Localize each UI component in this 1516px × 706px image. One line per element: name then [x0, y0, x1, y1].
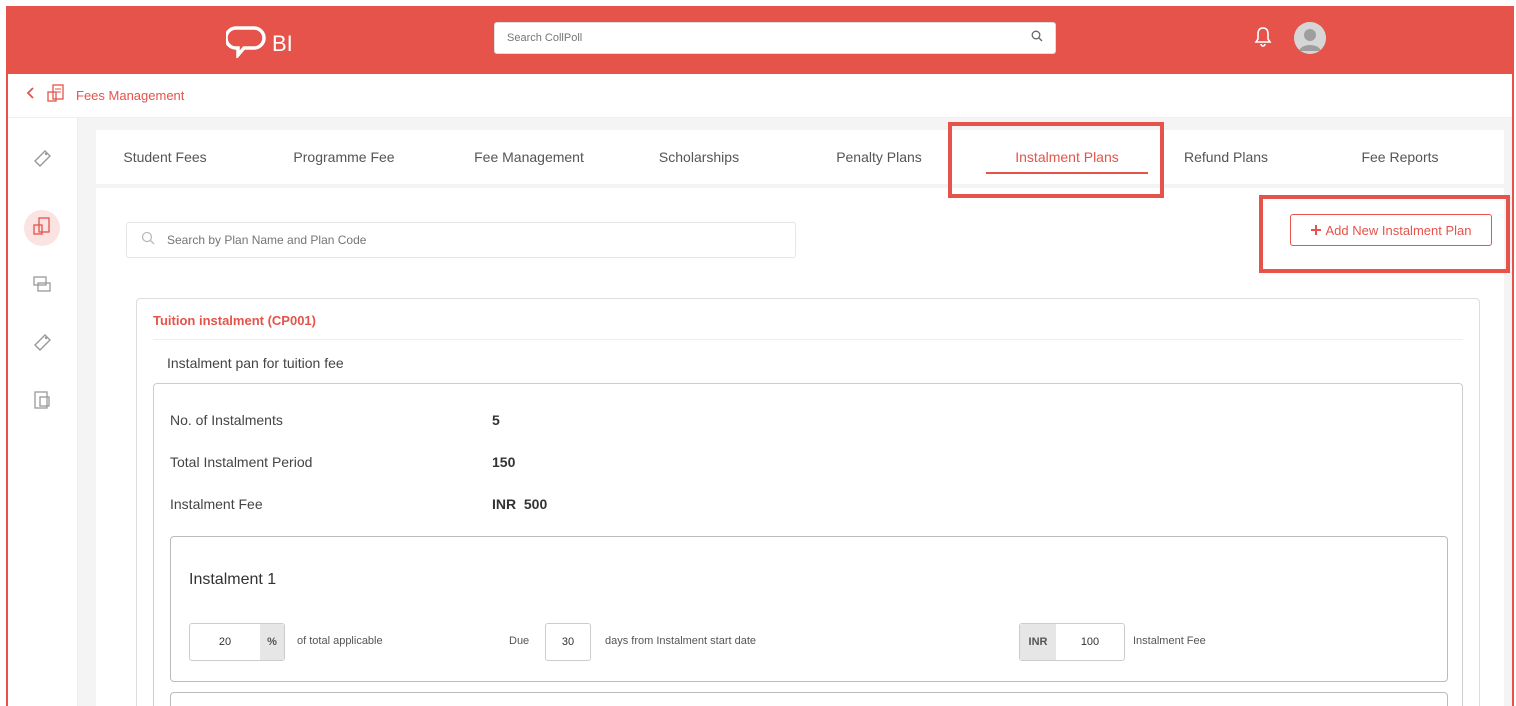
side-nav: [8, 118, 78, 706]
instalment-fee-field[interactable]: INR: [1019, 623, 1125, 661]
due-label: Due: [509, 635, 530, 647]
plan-search[interactable]: [126, 222, 796, 258]
plan-card: Tuition instalment (CP001) Instalment pa…: [136, 298, 1480, 706]
fees-icon: [31, 215, 53, 242]
breadcrumb-label[interactable]: Fees Management: [76, 88, 184, 103]
detail-row-fee: Instalment Fee INR 500: [170, 496, 547, 512]
detail-row-instalments: No. of Instalments 5: [170, 412, 500, 428]
detail-label: No. of Instalments: [170, 412, 283, 428]
transactions-icon: [31, 273, 53, 300]
search-icon[interactable]: [1031, 29, 1043, 47]
instalment-card: Instalment 1 % of total applicable Due: [170, 536, 1448, 682]
top-bar: BI: [8, 8, 1512, 74]
detail-label: Instalment Fee: [170, 496, 263, 512]
percent-input[interactable]: [190, 624, 260, 660]
instalment-title: Instalment 1: [189, 571, 277, 588]
detail-label: Total Instalment Period: [170, 454, 313, 470]
discount-tag-icon: [31, 331, 53, 358]
instalment-fee-input[interactable]: [1056, 624, 1124, 660]
plan-title[interactable]: Tuition instalment (CP001): [153, 313, 316, 328]
tab-programme-fee[interactable]: Programme Fee: [264, 130, 424, 184]
chat-bubble-logo-icon: [224, 24, 266, 63]
main-content: Student Fees Programme Fee Fee Managemen…: [78, 118, 1512, 706]
tag-icon: [31, 147, 53, 174]
due-text: days from Instalment start date: [605, 635, 757, 647]
sidebar-item-tags[interactable]: [24, 142, 60, 178]
sidebar-item-reports[interactable]: [24, 384, 60, 420]
highlight-box-tab: [948, 122, 1164, 198]
detail-row-period: Total Instalment Period 150: [170, 454, 515, 470]
fees-management-icon: [46, 83, 66, 108]
sidebar-item-transactions[interactable]: [24, 268, 60, 304]
app-logo[interactable]: BI: [224, 24, 293, 63]
avatar[interactable]: [1294, 22, 1326, 54]
logo-text: BI: [272, 30, 293, 56]
highlight-box-button: [1259, 195, 1510, 273]
tab-fee-reports[interactable]: Fee Reports: [1320, 130, 1480, 184]
due-days-input[interactable]: [546, 624, 590, 660]
bell-icon[interactable]: [1254, 26, 1272, 53]
instalment-fee-text: Instalment Fee: [1133, 635, 1206, 647]
tab-fee-management[interactable]: Fee Management: [444, 130, 614, 184]
tab-bar: Student Fees Programme Fee Fee Managemen…: [96, 130, 1504, 184]
back-chevron-icon[interactable]: [26, 86, 36, 105]
instalment-fields: % of total applicable Due days from Inst…: [189, 623, 1429, 661]
global-search-input[interactable]: [507, 32, 1031, 44]
search-icon: [141, 231, 155, 250]
report-icon: [31, 389, 53, 416]
percent-text: of total applicable: [297, 635, 383, 647]
plan-description: Instalment pan for tuition fee: [167, 355, 344, 371]
plan-details: No. of Instalments 5 Total Instalment Pe…: [153, 383, 1463, 706]
app-frame: BI Fees Management: [6, 6, 1514, 706]
tab-student-fees[interactable]: Student Fees: [96, 130, 234, 184]
tab-refund-plans[interactable]: Refund Plans: [1166, 130, 1286, 184]
detail-value: INR 500: [492, 496, 548, 512]
sidebar-item-discounts[interactable]: [24, 326, 60, 362]
detail-value: 5: [492, 412, 500, 428]
detail-value: 150: [492, 454, 516, 470]
divider: [153, 339, 1463, 340]
instalment-card: [170, 692, 1448, 706]
percent-addon: %: [260, 624, 284, 660]
percent-field[interactable]: %: [189, 623, 285, 661]
global-search[interactable]: [494, 22, 1056, 54]
plan-search-input[interactable]: [167, 233, 795, 247]
breadcrumb: Fees Management: [8, 74, 1512, 118]
due-days-field[interactable]: [545, 623, 591, 661]
tab-penalty-plans[interactable]: Penalty Plans: [804, 130, 954, 184]
currency-addon: INR: [1020, 624, 1056, 660]
tab-scholarships[interactable]: Scholarships: [624, 130, 774, 184]
sidebar-item-fees[interactable]: [24, 210, 60, 246]
